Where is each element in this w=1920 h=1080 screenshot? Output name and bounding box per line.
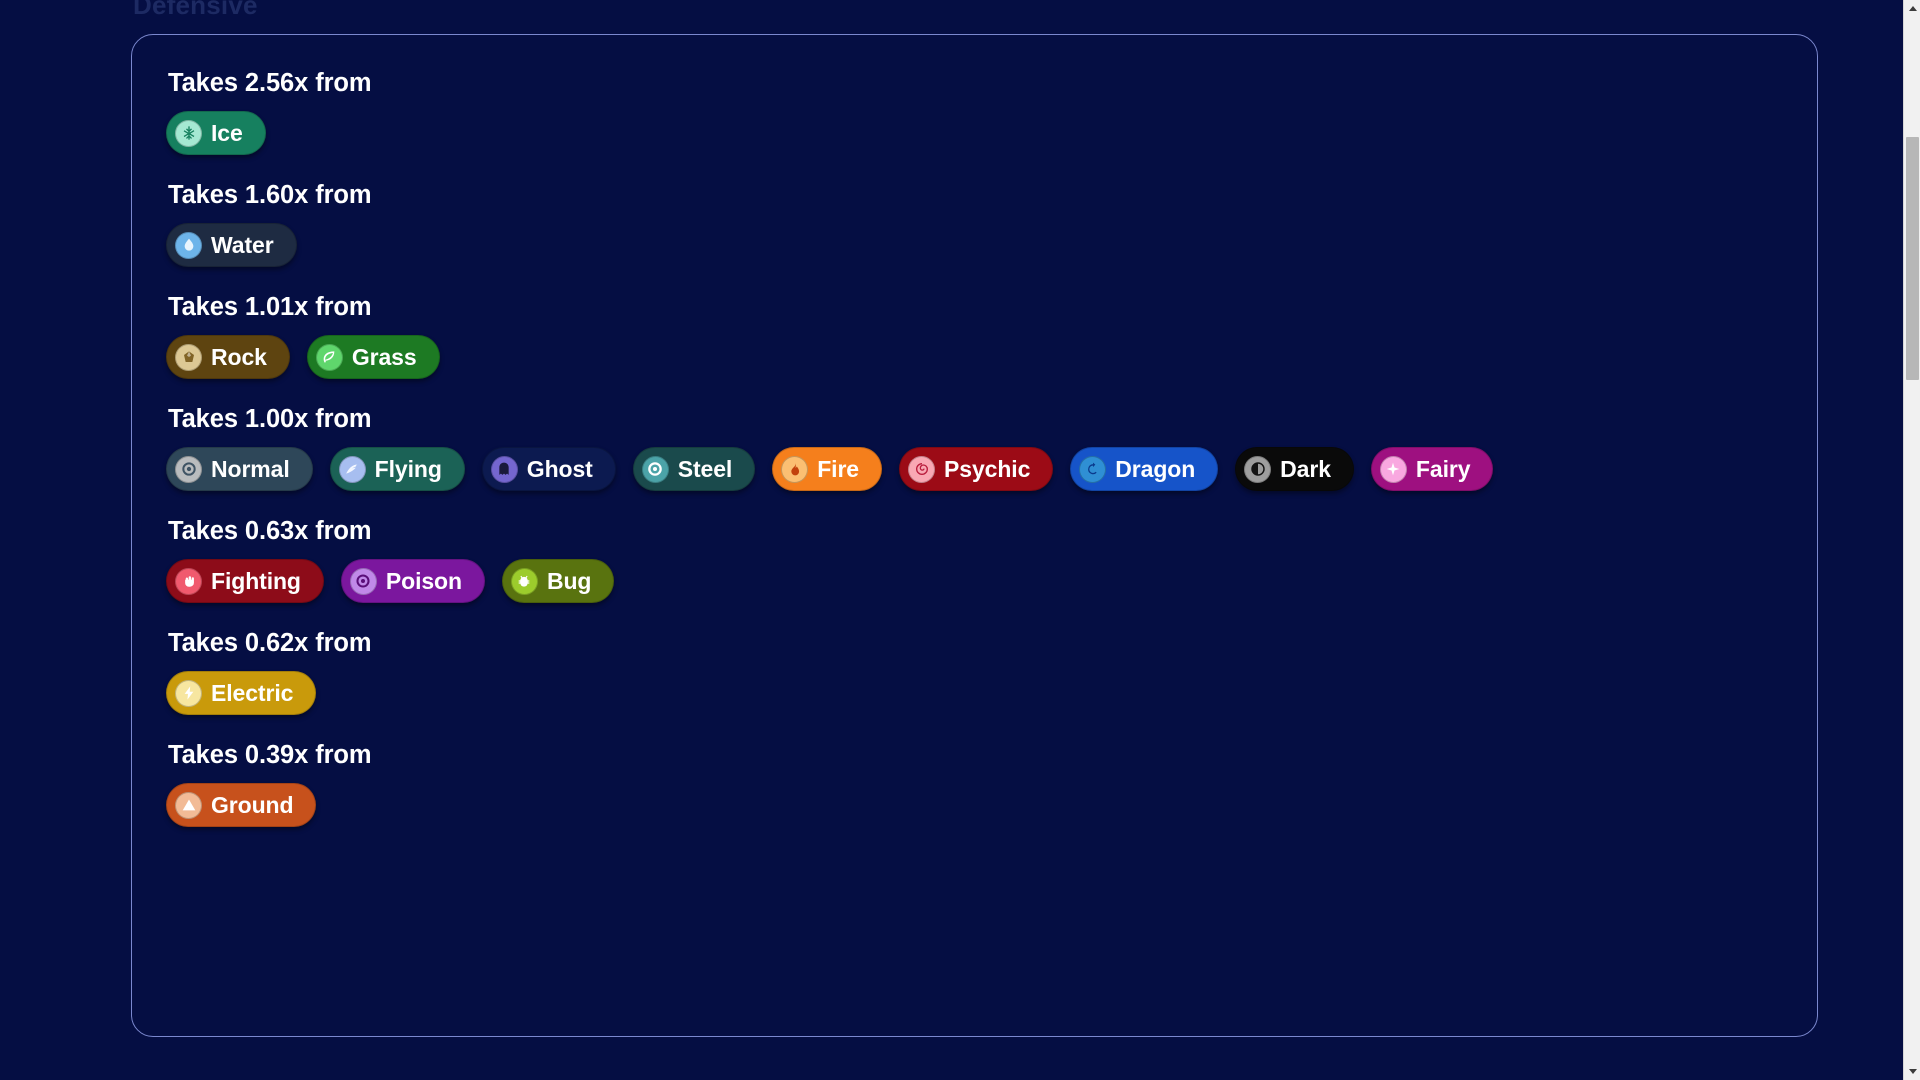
- type-chip-dark[interactable]: Dark: [1235, 447, 1354, 492]
- type-chip-fighting[interactable]: Fighting: [166, 559, 324, 604]
- type-chip-label: Electric: [211, 679, 294, 706]
- snowflake-icon: [175, 119, 202, 147]
- type-chip-row: Ice: [166, 111, 1783, 156]
- type-chip-label: Fighting: [211, 567, 301, 594]
- type-chip-fire[interactable]: Fire: [772, 447, 883, 492]
- type-chip-fairy[interactable]: Fairy: [1370, 447, 1494, 492]
- effectiveness-group: Takes 1.60x from Water: [166, 181, 1783, 268]
- type-chip-label: Ground: [211, 791, 294, 818]
- type-chip-grass[interactable]: Grass: [306, 335, 440, 380]
- scroll-up-arrow-icon[interactable]: [1904, 0, 1920, 17]
- wing-icon: [338, 455, 366, 483]
- type-chip-label: Steel: [677, 455, 733, 482]
- type-chip-bug[interactable]: Bug: [501, 559, 615, 604]
- type-chip-label: Bug: [546, 567, 592, 594]
- type-chip-rock[interactable]: Rock: [166, 335, 290, 380]
- effectiveness-groups: Takes 2.56x from Ice Takes 1.60x from Water…: [166, 69, 1783, 828]
- type-chip-label: Grass: [351, 343, 417, 370]
- group-title: Takes 2.56x from: [168, 69, 372, 97]
- flame-icon: [781, 455, 809, 483]
- type-chip-label: Ghost: [526, 455, 593, 482]
- type-chip-row: Normal Flying Ghost Steel Fire Psychic Dragon D…: [166, 447, 1783, 492]
- type-chip-label: Rock: [211, 343, 267, 370]
- type-chip-row: Fighting Poison Bug: [166, 559, 1783, 604]
- type-chip-label: Dark: [1280, 455, 1331, 482]
- type-chip-label: Fairy: [1415, 455, 1471, 482]
- type-chip-label: Psychic: [944, 455, 1031, 482]
- leaf-icon: [315, 343, 343, 371]
- type-chip-ghost[interactable]: Ghost: [481, 447, 616, 492]
- group-title: Takes 1.00x from: [168, 405, 372, 434]
- type-chip-label: Fire: [817, 455, 860, 482]
- type-chip-row: Electric: [166, 671, 1783, 716]
- rock-icon: [175, 343, 202, 371]
- swirl-icon: [908, 455, 936, 483]
- type-chip-flying[interactable]: Flying: [329, 447, 465, 492]
- type-chip-steel[interactable]: Steel: [632, 447, 756, 492]
- type-chip-label: Poison: [385, 567, 462, 594]
- type-chip-row: Rock Grass: [166, 335, 1783, 380]
- scroll-down-arrow-icon[interactable]: [1904, 1063, 1920, 1080]
- group-title: Takes 1.01x from: [168, 293, 372, 322]
- effectiveness-group: Takes 1.00x from Normal Flying Ghost Steel Fi…: [166, 405, 1783, 492]
- group-title: Takes 0.39x from: [168, 741, 372, 770]
- sparkle-icon: [1379, 455, 1407, 483]
- type-chip-row: Water: [166, 223, 1783, 268]
- type-chip-water[interactable]: Water: [166, 223, 297, 268]
- ring-icon: [175, 455, 202, 483]
- type-chip-label: Dragon: [1115, 455, 1196, 482]
- poison-icon: [349, 567, 377, 595]
- type-chip-electric[interactable]: Electric: [166, 671, 317, 716]
- page-scrollbar[interactable]: [1903, 0, 1920, 1080]
- mountain-icon: [175, 791, 202, 819]
- gear-ring-icon: [641, 455, 669, 483]
- type-chip-label: Ice: [211, 119, 243, 146]
- effectiveness-group: Takes 1.01x from Rock Grass: [166, 293, 1783, 380]
- bug-icon: [510, 567, 538, 595]
- effectiveness-group: Takes 0.63x from Fighting Poison Bug: [166, 517, 1783, 604]
- type-chip-label: Flying: [374, 455, 442, 482]
- type-chip-psychic[interactable]: Psychic: [899, 447, 1054, 492]
- type-chip-ice[interactable]: Ice: [166, 111, 266, 156]
- dragon-spiral-icon: [1079, 455, 1107, 483]
- ghost-icon: [490, 455, 518, 483]
- type-chip-label: Normal: [211, 455, 290, 482]
- group-title: Takes 0.63x from: [168, 517, 372, 546]
- page-root: Defensive Takes 2.56x from Ice Takes 1.60x…: [0, 0, 1920, 1080]
- fist-icon: [175, 567, 202, 595]
- type-chip-dragon[interactable]: Dragon: [1070, 447, 1219, 492]
- water-drop-icon: [175, 231, 202, 259]
- partial-heading-above-card: Defensive: [133, 0, 258, 20]
- group-title: Takes 0.62x from: [168, 629, 372, 658]
- type-chip-row: Ground: [166, 783, 1783, 828]
- effectiveness-group: Takes 0.62x from Electric: [166, 629, 1783, 716]
- type-effectiveness-card: Takes 2.56x from Ice Takes 1.60x from Water…: [131, 34, 1818, 1037]
- group-title: Takes 1.60x from: [168, 181, 372, 210]
- moon-icon: [1244, 455, 1272, 483]
- type-chip-normal[interactable]: Normal: [166, 447, 313, 492]
- type-chip-ground[interactable]: Ground: [166, 783, 317, 828]
- effectiveness-group: Takes 2.56x from Ice: [166, 69, 1783, 156]
- type-chip-poison[interactable]: Poison: [340, 559, 485, 604]
- scrollbar-thumb[interactable]: [1906, 137, 1919, 380]
- effectiveness-group: Takes 0.39x from Ground: [166, 741, 1783, 828]
- type-chip-label: Water: [211, 231, 274, 258]
- lightning-bolt-icon: [175, 679, 202, 707]
